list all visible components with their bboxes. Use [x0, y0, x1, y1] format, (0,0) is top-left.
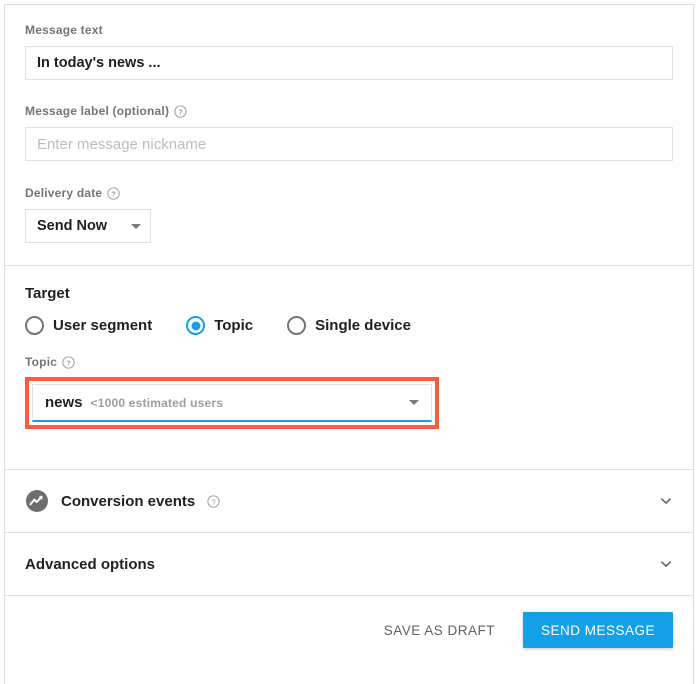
topic-selected-value: news — [45, 394, 83, 411]
message-label-label-text: Message label (optional) — [25, 104, 170, 118]
delivery-date-select[interactable]: Send Now — [25, 209, 151, 243]
message-label-input[interactable]: Enter message nickname — [25, 127, 673, 161]
target-radio-group: User segment Topic Single device — [25, 316, 673, 335]
svg-text:?: ? — [66, 358, 71, 367]
radio-single-device-label: Single device — [315, 317, 411, 334]
topic-estimate-label: <1000 estimated users — [90, 395, 224, 410]
analytics-trend-icon — [25, 489, 49, 513]
caret-down-icon — [131, 223, 141, 229]
help-circle-icon[interactable]: ? — [174, 104, 187, 118]
topic-field-label: Topic ? — [25, 355, 673, 369]
radio-topic[interactable]: Topic — [186, 316, 253, 335]
advanced-options-row[interactable]: Advanced options — [5, 533, 693, 595]
chevron-down-icon[interactable] — [659, 494, 673, 508]
radio-circle-icon — [25, 316, 44, 335]
radio-user-segment-label: User segment — [53, 317, 153, 334]
message-text-value: In today's news ... — [37, 55, 161, 71]
radio-single-device[interactable]: Single device — [287, 316, 411, 335]
message-label-label: Message label (optional) ? — [25, 104, 673, 118]
help-circle-icon[interactable]: ? — [207, 494, 220, 508]
message-label-placeholder: Enter message nickname — [37, 135, 207, 153]
save-as-draft-button[interactable]: SAVE AS DRAFT — [372, 613, 507, 648]
delivery-date-label: Delivery date ? — [25, 186, 673, 200]
topic-select[interactable]: news <1000 estimated users — [32, 384, 432, 422]
advanced-options-title: Advanced options — [25, 555, 156, 573]
radio-user-segment[interactable]: User segment — [25, 316, 152, 335]
target-section: Target User segment Topic Single device … — [5, 266, 693, 429]
radio-circle-selected-icon — [186, 316, 206, 335]
chevron-down-icon[interactable] — [659, 557, 673, 571]
svg-text:?: ? — [111, 189, 116, 198]
message-text-input[interactable]: In today's news ... — [25, 46, 673, 80]
message-text-label: Message text — [25, 23, 673, 37]
topic-field-label-text: Topic — [25, 355, 58, 369]
target-title: Target — [25, 285, 70, 302]
send-message-button[interactable]: SEND MESSAGE — [522, 612, 673, 648]
conversion-events-title: Conversion events — [61, 492, 196, 510]
form-footer: SAVE AS DRAFT SEND MESSAGE — [5, 596, 693, 664]
advanced-options-left: Advanced options — [25, 556, 155, 573]
conversion-events-left: Conversion events ? — [25, 489, 220, 513]
delivery-date-label-text: Delivery date — [25, 186, 103, 200]
help-circle-icon[interactable]: ? — [107, 186, 120, 200]
radio-circle-icon — [287, 316, 307, 335]
radio-topic-label: Topic — [214, 317, 254, 334]
help-circle-icon[interactable]: ? — [62, 355, 75, 369]
delivery-date-selected-value: Send Now — [37, 218, 108, 234]
topic-selector-highlight: news <1000 estimated users — [25, 377, 439, 429]
conversion-events-row[interactable]: Conversion events ? — [5, 470, 693, 532]
svg-text:?: ? — [212, 497, 216, 506]
message-composer-card: Message text In today's news ... Message… — [4, 4, 694, 684]
caret-down-icon — [409, 400, 419, 405]
svg-text:?: ? — [178, 107, 183, 116]
message-details-section: Message text In today's news ... Message… — [5, 5, 693, 243]
message-text-label-text: Message text — [25, 23, 103, 37]
